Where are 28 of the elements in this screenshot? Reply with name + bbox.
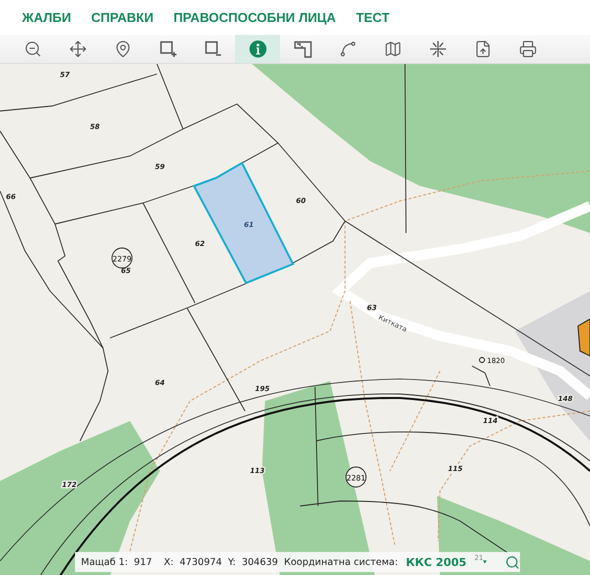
scale-value: 917 [132,556,154,568]
dropdown-caret-icon[interactable] [483,559,487,565]
x-value: 4730974 [178,556,222,568]
menu-link[interactable]: ПРАВОСПОСОБНИ ЛИЦА [173,10,336,25]
corner-measure-icon [294,40,312,58]
map-pin-icon [114,40,132,58]
scale-label: Мащаб 1: [80,556,128,568]
y-label: Y: [226,556,236,568]
menu-link[interactable]: СПРАВКИ [91,10,154,25]
menu-link[interactable]: ЖАЛБИ [22,10,72,25]
square-plus-icon [158,40,176,58]
toolbar-button[interactable] [235,35,280,63]
square-minus-icon [204,40,222,58]
search-button[interactable] [505,554,520,570]
split-lines-icon [428,40,446,58]
x-label: X: [162,556,174,568]
y-value: 304639 [240,556,278,568]
polygon-icon [338,40,356,58]
info-icon [248,40,266,58]
zoom-out-icon [24,40,42,58]
crs-value: ККС 2005 [404,556,466,568]
search-icon [505,554,520,570]
move-arrows-icon [68,40,86,58]
crs-label: Координатна система: [282,556,398,568]
menu-link[interactable]: ТЕСТ [356,10,390,25]
file-upload-icon [474,40,492,58]
printer-icon [518,40,536,58]
map-icon [384,40,402,58]
